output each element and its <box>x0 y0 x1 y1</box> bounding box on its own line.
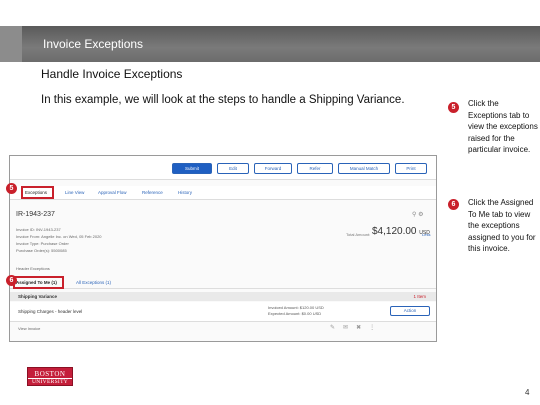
screenshot-toolbar: Submit Edit Forward Refer Manual Match P… <box>10 156 436 180</box>
expected-amount: Expected Amount: $0.00 USD <box>268 311 322 316</box>
tab-all-exceptions[interactable]: All Exceptions (1) <box>76 280 111 285</box>
meta-line: Invoice Type: Purchase Order <box>16 241 69 246</box>
attachment-icon[interactable]: ⚲ <box>412 212 416 218</box>
exception-description: Shipping Charges - header level <box>18 309 83 314</box>
trash-icon[interactable]: ✖ <box>356 325 369 331</box>
assigned-tab-highlight <box>13 276 64 289</box>
header-exceptions-label: Header Exceptions <box>16 266 50 271</box>
intro-text: In this example, we will look at the ste… <box>41 94 405 106</box>
forward-button[interactable]: Forward <box>254 163 292 174</box>
step-marker-6: 6 <box>448 199 459 210</box>
pencil-icon[interactable]: ✎ <box>330 325 343 331</box>
less-link[interactable]: Less <box>422 232 430 237</box>
exception-count: 1 Item <box>413 294 426 299</box>
meta-line: Invoice ID: INV-1943-237 <box>16 227 61 232</box>
screenshot-tabs: Exceptions Line View Approval Flow Refer… <box>10 186 436 200</box>
step-marker-5-screenshot: 5 <box>6 183 17 194</box>
print-button[interactable]: Print <box>395 163 427 174</box>
title-bar: Invoice Exceptions <box>0 26 540 62</box>
exception-subtabs: Assigned To Me (1) All Exceptions (1) <box>10 277 436 289</box>
exception-title: Shipping Variance <box>18 294 58 299</box>
more-icon[interactable]: ⋮ <box>369 325 383 331</box>
total-amount-value: $4,120.00 <box>372 226 417 237</box>
tab-approval-flow[interactable]: Approval Flow <box>98 190 127 195</box>
app-screenshot: Submit Edit Forward Refer Manual Match P… <box>9 155 437 342</box>
step-marker-6-screenshot: 6 <box>6 275 17 286</box>
tab-reference[interactable]: Reference <box>142 190 163 195</box>
exception-header: Shipping Variance 1 Item <box>10 292 436 301</box>
manual-match-button[interactable]: Manual Match <box>338 163 390 174</box>
tab-history[interactable]: History <box>178 190 192 195</box>
action-dropdown[interactable]: Action <box>390 306 430 316</box>
step-5-text: Click the Exceptions tab to view the exc… <box>468 99 538 154</box>
invoice-meta: Invoice ID: INV-1943-237 Invoice From: A… <box>16 226 102 254</box>
meta-line: Purchase Order(s): 5500085 <box>16 248 67 253</box>
header-icons: ⚲ ⚙ <box>412 211 423 218</box>
edit-button[interactable]: Edit <box>217 163 249 174</box>
page-number: 4 <box>525 388 530 397</box>
step-marker-5: 5 <box>448 102 459 113</box>
meta-line: Invoice From: Angelle Inc. on Wed, 05 Fe… <box>16 234 102 239</box>
footer-icons: ✎✉✖⋮ <box>330 324 383 331</box>
refer-button[interactable]: Refer <box>297 163 333 174</box>
gear-icon[interactable]: ⚙ <box>418 212 423 218</box>
exception-row: Shipping Charges - header level Invoiced… <box>10 302 436 322</box>
boston-university-logo: BOSTON UNIVERSITY <box>27 367 73 386</box>
comment-icon[interactable]: ✉ <box>343 325 356 331</box>
title-stripe <box>0 26 22 62</box>
slide-subtitle: Handle Invoice Exceptions <box>41 67 183 81</box>
slide-title: Invoice Exceptions <box>43 37 144 51</box>
submit-button[interactable]: Submit <box>172 163 212 174</box>
exception-amounts: Invoiced Amount: $120.00 USD Expected Am… <box>268 305 324 317</box>
invoice-id-heading: IR-1943-237 <box>16 211 55 218</box>
logo-line-2: UNIVERSITY <box>28 378 72 385</box>
view-invoice-link[interactable]: View Invoice <box>18 326 40 331</box>
logo-line-1: BOSTON <box>34 370 66 378</box>
tab-line-view[interactable]: Line View <box>65 190 84 195</box>
step-6-text: Click the Assigned To Me tab to view the… <box>468 198 536 253</box>
exceptions-tab-highlight <box>21 186 54 199</box>
total-amount-label: Total Amount: <box>346 232 371 237</box>
